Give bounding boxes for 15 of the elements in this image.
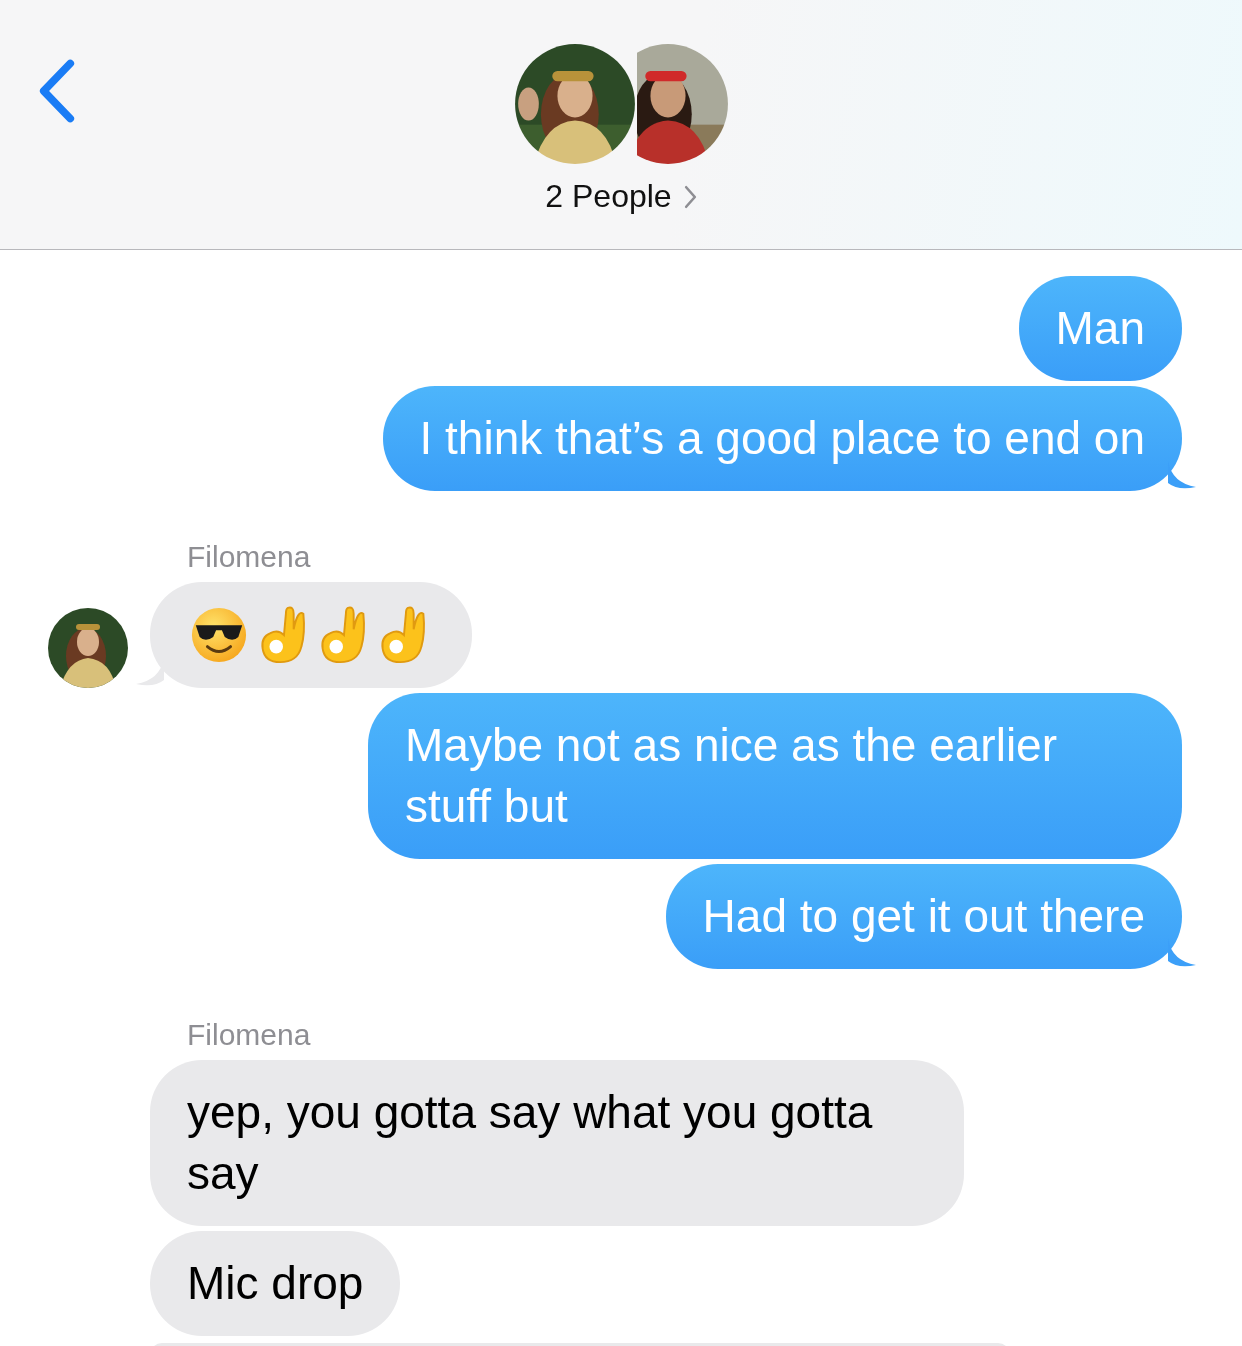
message-bubble: Man — [1018, 276, 1182, 381]
message-bubble: Had to get it out there — [665, 864, 1182, 969]
ok-hand-icon — [318, 604, 368, 666]
back-chevron-icon[interactable] — [38, 58, 76, 124]
chevron-right-icon — [683, 184, 697, 209]
sender-name: Filomena — [186, 1018, 312, 1052]
sunglasses-face-icon — [190, 606, 248, 664]
message-bubble: yep, you gotta say what you gotta say — [150, 1060, 964, 1226]
message-bubble: Mic drop — [150, 1231, 401, 1336]
message-bubble: Maybe not as nice as the earlier stuff but — [368, 693, 1182, 859]
group-title-link[interactable]: 2 People — [545, 178, 697, 215]
sender-name: Filomena — [186, 540, 312, 574]
ok-hand-icon — [258, 604, 308, 666]
message-bubble: I think that’s a good place to end on — [382, 386, 1182, 491]
ok-hand-icon — [378, 604, 428, 666]
